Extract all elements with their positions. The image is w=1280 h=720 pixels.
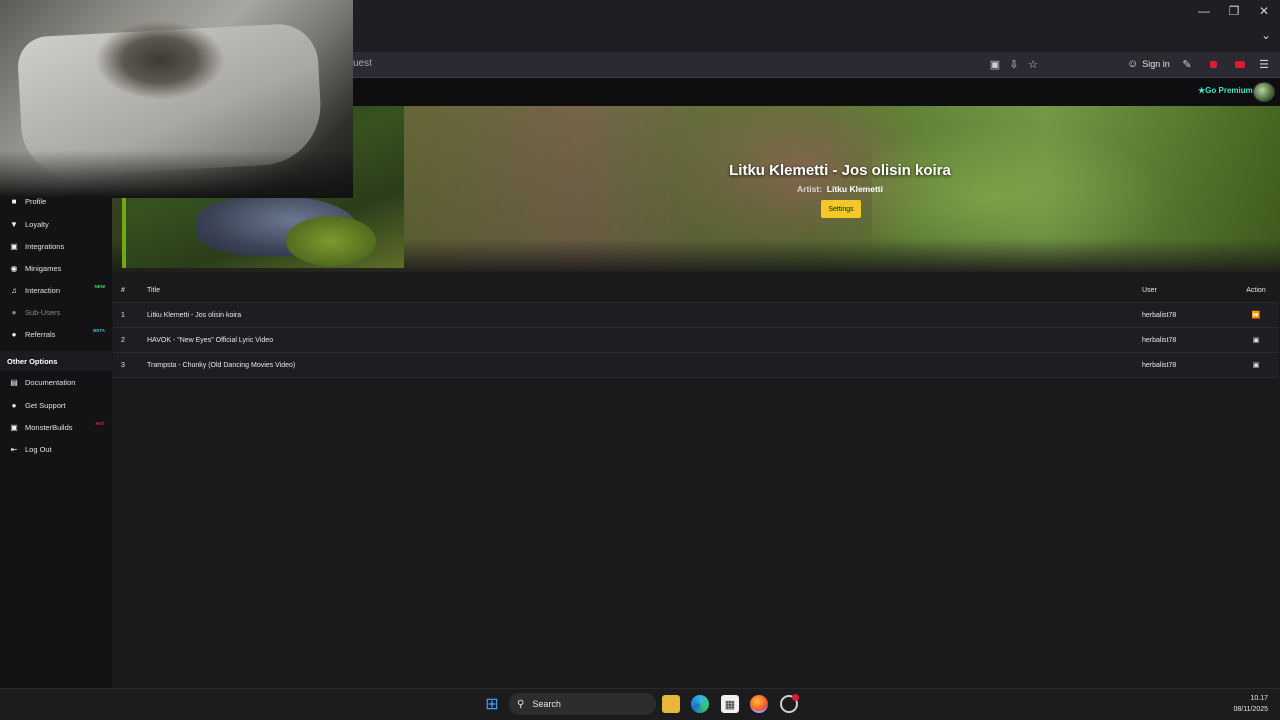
extensions-icon[interactable]: ✎ bbox=[1179, 56, 1195, 72]
plug-icon: ▣ bbox=[10, 241, 18, 251]
row-num: 3 bbox=[121, 361, 125, 369]
sidebar-item-label: MonsterBuilds bbox=[25, 422, 73, 432]
sidebar-item-get-support[interactable]: ● Get Support bbox=[0, 395, 112, 415]
sidebar-item-label: Profile bbox=[25, 196, 47, 206]
sidebar-item-sub-users[interactable]: ● Sub-Users bbox=[0, 302, 112, 322]
row-title: HAVOK - "New Eyes" Official Lyric Video bbox=[147, 336, 274, 344]
file-explorer-icon[interactable] bbox=[662, 695, 680, 713]
sidebar-item-label: Documentation bbox=[25, 377, 76, 387]
go-premium-link[interactable]: ★Go Premium bbox=[1198, 86, 1253, 95]
header-title: Title bbox=[147, 286, 160, 294]
header-user: User bbox=[1142, 286, 1157, 294]
restore-button[interactable]: ❐ bbox=[1218, 0, 1250, 22]
extension-badge-icon[interactable] bbox=[1232, 56, 1248, 72]
row-user: herbalist78 bbox=[1142, 361, 1177, 369]
user-icon: ■ bbox=[11, 196, 17, 206]
webcam-pattern bbox=[95, 20, 225, 100]
skip-icon[interactable]: ⏩ bbox=[1245, 311, 1267, 319]
clock-time: 10.17 bbox=[1250, 695, 1268, 702]
avatar[interactable] bbox=[1253, 82, 1275, 102]
beta-badge: BETA bbox=[93, 328, 105, 333]
sidebar-item-loyalty[interactable]: ▼ Loyalty bbox=[0, 214, 112, 234]
row-num: 1 bbox=[121, 311, 125, 319]
row-user: herbalist78 bbox=[1142, 311, 1177, 319]
artist-label: Artist: bbox=[797, 184, 823, 194]
sidebar-item-interaction[interactable]: ♫ Interaction NEW bbox=[0, 280, 112, 300]
logout-icon: ⇤ bbox=[10, 444, 18, 454]
taskbar-search[interactable]: ⚲ Search bbox=[509, 693, 656, 715]
clock-date: 08/11/2025 bbox=[1233, 706, 1268, 713]
sign-in-label: Sign in bbox=[1142, 59, 1170, 69]
table-row: 1 Litku Klemetti - Jos olisin koira herb… bbox=[113, 303, 1278, 328]
taskbar-clock[interactable]: 10.17 08/11/2025 bbox=[1220, 693, 1268, 715]
sidebar-item-label: Get Support bbox=[25, 400, 66, 410]
webcam-overlay bbox=[0, 0, 353, 198]
users-icon: ● bbox=[11, 307, 17, 317]
support-icon: ● bbox=[11, 400, 17, 410]
artist-name: Litku Klemetti bbox=[826, 184, 883, 194]
song-title: Litku Klemetti - Jos olisin koira bbox=[729, 162, 951, 179]
windows-start-icon[interactable]: ⊞ bbox=[483, 695, 501, 713]
url-bar[interactable]: uest bbox=[353, 58, 372, 69]
sign-in-button[interactable]: ☺ Sign in bbox=[1127, 55, 1170, 73]
row-user: herbalist78 bbox=[1142, 336, 1177, 344]
document-icon: ▤ bbox=[10, 377, 18, 387]
thumbnail-moss bbox=[286, 216, 376, 266]
menu-icon[interactable]: ☰ bbox=[1256, 56, 1272, 72]
new-badge: NEW bbox=[94, 284, 106, 289]
trophy-icon: ▼ bbox=[10, 219, 18, 229]
firefox-icon[interactable] bbox=[750, 695, 768, 713]
sidebar-item-label: Log Out bbox=[25, 444, 52, 454]
row-title: Trampsta - Chunky (Old Dancing Movies Vi… bbox=[147, 361, 296, 369]
laptop-icon: ▣ bbox=[10, 422, 18, 432]
table-row: 2 HAVOK - "New Eyes" Official Lyric Vide… bbox=[113, 328, 1278, 353]
other-options-heading: Other Options bbox=[0, 351, 112, 371]
row-title: Litku Klemetti - Jos olisin koira bbox=[147, 311, 242, 319]
sidebar-item-label: Loyalty bbox=[25, 219, 49, 229]
gamepad-icon: ◉ bbox=[10, 263, 18, 273]
download-icon[interactable]: ⇩ bbox=[1006, 56, 1022, 72]
search-label: Search bbox=[532, 699, 561, 709]
sidebar-item-monsterbuilds[interactable]: ▣ MonsterBuilds HOT bbox=[0, 417, 112, 437]
table-row: 3 Trampsta - Chunky (Old Dancing Movies … bbox=[113, 353, 1278, 378]
row-num: 2 bbox=[121, 336, 125, 344]
store-icon[interactable]: ▦ bbox=[721, 695, 739, 713]
trash-icon[interactable]: ▣ bbox=[1245, 336, 1267, 344]
trash-icon[interactable]: ▣ bbox=[1245, 361, 1267, 369]
sidebar-item-referrals[interactable]: ● Referrals BETA bbox=[0, 324, 112, 344]
sidebar-item-label: Sub-Users bbox=[25, 307, 61, 317]
users-icon: ● bbox=[11, 329, 17, 339]
settings-button[interactable]: Settings bbox=[821, 200, 861, 218]
sidebar-item-documentation[interactable]: ▤ Documentation bbox=[0, 372, 112, 392]
artist-line: Artist: Litku Klemetti bbox=[640, 184, 1040, 194]
chevron-down-icon[interactable]: ⌄ bbox=[1250, 24, 1280, 46]
minimize-button[interactable]: — bbox=[1188, 0, 1220, 22]
sidebar-item-label: Interaction bbox=[25, 285, 61, 295]
music-icon: ♫ bbox=[11, 285, 17, 295]
hot-badge: HOT bbox=[95, 421, 106, 426]
sidebar-item-label: Minigames bbox=[25, 263, 62, 273]
edge-icon[interactable] bbox=[691, 695, 709, 713]
go-premium-label: Go Premium bbox=[1205, 86, 1253, 95]
extension-notify-icon[interactable] bbox=[1205, 56, 1221, 72]
sidebar-item-profile[interactable]: ■ Profile bbox=[0, 191, 112, 211]
sidebar-item-integrations[interactable]: ▣ Integrations bbox=[0, 236, 112, 256]
obs-icon[interactable] bbox=[780, 694, 799, 713]
search-icon: ⚲ bbox=[517, 698, 525, 710]
header-action: Action bbox=[1246, 286, 1266, 294]
bookmark-star-icon[interactable]: ☆ bbox=[1025, 56, 1041, 72]
header-num: # bbox=[121, 286, 125, 294]
table-header-row: # Title User Action bbox=[113, 278, 1278, 303]
account-icon: ☺ bbox=[1127, 58, 1139, 70]
sidebar-item-label: Integrations bbox=[25, 241, 65, 251]
sidebar-item-minigames[interactable]: ◉ Minigames bbox=[0, 258, 112, 278]
sidebar-item-log-out[interactable]: ⇤ Log Out bbox=[0, 439, 112, 459]
close-window-button[interactable]: ✕ bbox=[1248, 0, 1280, 22]
screenshot-icon[interactable]: ▣ bbox=[987, 56, 1003, 72]
sidebar-item-label: Referrals bbox=[25, 329, 56, 339]
